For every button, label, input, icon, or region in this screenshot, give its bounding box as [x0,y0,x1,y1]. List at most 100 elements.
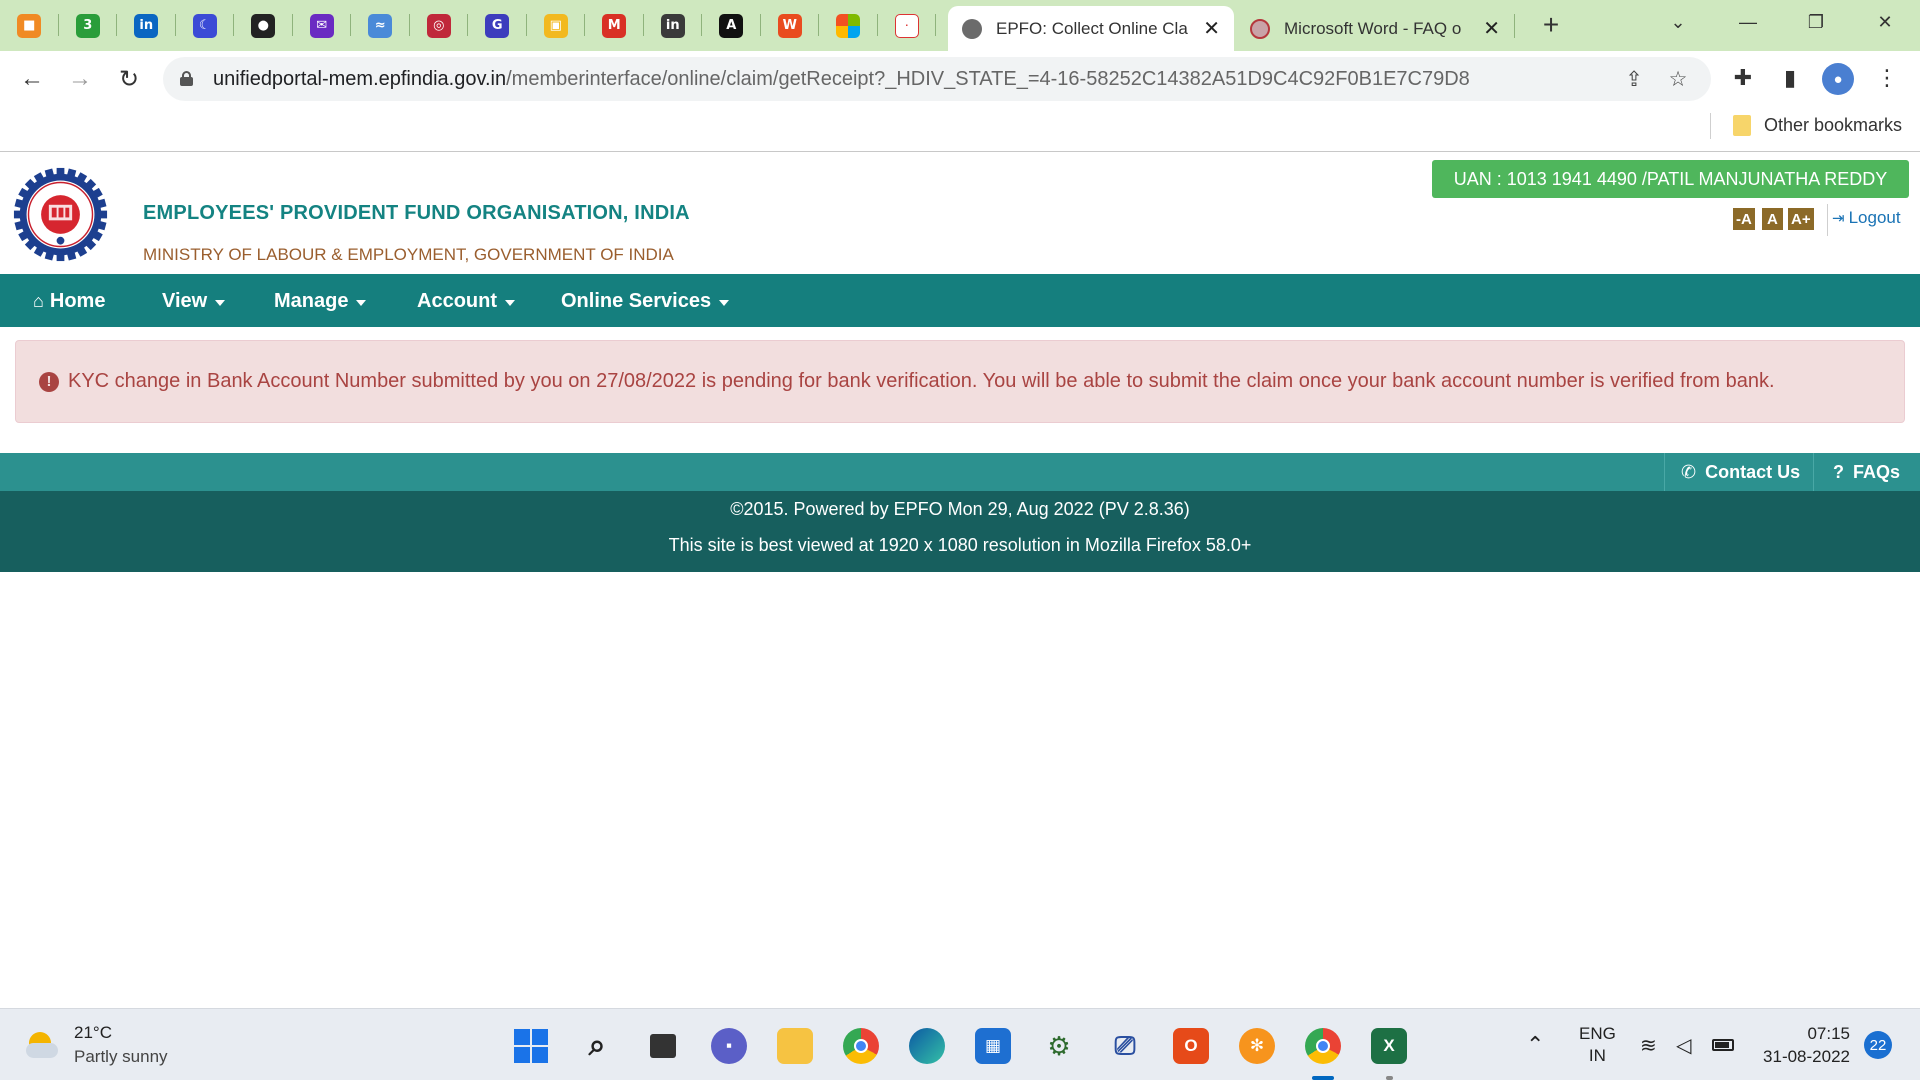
menu-kebab-icon[interactable]: ⋮ [1872,63,1902,93]
url-text[interactable]: unifiedportal-mem.epfindia.gov.in/member… [213,68,1470,91]
address-bar[interactable]: unifiedportal-mem.epfindia.gov.in/member… [163,57,1711,101]
epfo-icon [1250,18,1270,39]
pinned-tab[interactable]: in [117,0,176,51]
search-icon[interactable]: ⌕ [579,1028,615,1064]
pinned-tab[interactable]: ▣ [527,0,586,51]
task-view-icon[interactable] [645,1028,681,1064]
ministry-name: MINISTRY OF LABOUR & EMPLOYMENT, GOVERNM… [143,245,674,264]
lock-icon[interactable] [180,71,193,86]
forward-arrow-icon[interactable]: → [64,63,96,95]
teams-chat-icon[interactable]: ▪ [711,1028,747,1064]
clock-time: 07:15 [1807,1024,1850,1043]
question-icon: ? [1833,462,1844,482]
excel-icon[interactable]: X [1371,1028,1407,1064]
share-icon[interactable]: ⇪ [1621,66,1647,92]
new-tab-button[interactable]: + [1536,8,1566,42]
window-close-icon[interactable]: ✕ [1857,0,1913,44]
weather-widget[interactable]: 21°C Partly sunny [26,1021,168,1069]
main-navbar: ⌂ Home View Manage Account Online Servic… [0,274,1920,327]
nav-account[interactable]: Account [417,290,515,313]
close-icon[interactable]: ✕ [1483,16,1500,41]
office-icon[interactable]: O [1173,1028,1209,1064]
pinned-tab[interactable]: G [468,0,527,51]
chevron-up-icon[interactable]: ⌃ [1526,1009,1544,1081]
microsoft-icon [836,13,861,38]
file-explorer-icon[interactable] [777,1028,813,1064]
snowflake-app-icon[interactable]: ✻ [1239,1028,1275,1064]
nav-online-services[interactable]: Online Services [561,290,730,313]
faqs-link[interactable]: ? FAQs [1833,462,1900,483]
mail-icon: ✉ [309,13,334,38]
kyc-pending-alert: ! KYC change in Bank Account Number subm… [15,340,1905,423]
side-panel-icon[interactable]: ▮ [1775,63,1805,93]
chevron-down-icon [719,299,730,306]
pinned-tab[interactable]: · [878,0,937,51]
wifi-icon[interactable]: ≋ [1640,1009,1657,1081]
language-indicator[interactable]: ENG IN [1579,1009,1616,1081]
font-normal-button[interactable]: A [1762,208,1783,230]
nav-manage[interactable]: Manage [274,290,367,313]
bookmarks-bar: Other bookmarks [0,107,1920,152]
tab-epfo[interactable]: EPFO: Collect Online Cla ✕ [948,6,1234,51]
weather-condition: Partly sunny [74,1047,168,1066]
nav-view[interactable]: View [162,290,226,313]
footer-separator [1813,453,1814,491]
tab-search-icon[interactable]: ⌄ [1650,0,1706,44]
close-icon[interactable]: ✕ [1203,16,1220,41]
best-viewed-text: This site is best viewed at 1920 x 1080 … [668,535,1252,555]
home-icon: ⌂ [33,291,44,311]
system-clock[interactable]: 07:15 31-08-2022 [1757,1009,1850,1081]
notifications-badge[interactable]: 22 [1864,1031,1892,1059]
pinned-tab[interactable]: in [644,0,703,51]
temperature: 21°C [74,1023,112,1042]
pinned-tab[interactable]: 3 [59,0,118,51]
jobs-icon: W [777,13,802,38]
pinned-tab[interactable]: M [585,0,644,51]
nav-home[interactable]: ⌂ Home [33,290,105,313]
back-arrow-icon[interactable]: ← [16,63,48,95]
remote-desktop-icon[interactable]: ⎚ [1107,1028,1143,1064]
powered-by-text: ©2015. Powered by EPFO Mon 29, Aug 2022 … [730,499,1190,519]
pinned-tab[interactable]: ≈ [351,0,410,51]
battery-icon[interactable] [1712,1009,1734,1081]
logout-link[interactable]: ⇥ Logout [1832,208,1901,228]
pinned-tab[interactable]: ● [234,0,293,51]
chevron-down-icon [356,299,367,306]
font-increase-button[interactable]: A+ [1788,208,1814,230]
windows-start-icon[interactable] [513,1028,549,1064]
chrome-icon[interactable] [843,1028,879,1064]
bookmark-separator [1710,113,1711,139]
g-icon: G [485,13,510,38]
network-tool-icon[interactable]: ⚙ [1041,1028,1077,1064]
pinned-tab[interactable]: ◎ [410,0,469,51]
degree-icon: · [894,13,919,38]
pinned-tab[interactable] [819,0,878,51]
restore-icon[interactable]: ❐ [1788,0,1844,44]
translate-icon: ≈ [368,13,393,38]
contact-us-link[interactable]: ✆ Contact Us [1681,462,1800,483]
volume-icon[interactable]: ◁ [1676,1009,1691,1081]
pinned-tab[interactable]: ✉ [293,0,352,51]
tab-title: Microsoft Word - FAQ o [1284,18,1462,38]
minimize-icon[interactable]: — [1720,0,1776,44]
pinned-tab[interactable]: A [702,0,761,51]
other-bookmarks[interactable]: Other bookmarks [1733,115,1902,136]
edge-icon[interactable] [909,1028,945,1064]
active-app-indicator [1312,1076,1334,1080]
tab-word-faq[interactable]: Microsoft Word - FAQ o ✕ [1236,6,1514,51]
globe-icon [962,18,982,39]
star-icon[interactable]: ☆ [1665,66,1691,92]
pinned-tab[interactable]: ☾ [176,0,235,51]
pinned-tab[interactable]: ■ [0,0,59,51]
font-decrease-button[interactable]: -A [1733,208,1755,230]
nav-view-label: View [162,290,208,312]
a-icon: A [719,13,744,38]
pinned-tab[interactable]: W [761,0,820,51]
profile-avatar-icon[interactable]: ● [1822,63,1854,95]
chrome-profile-icon[interactable] [1305,1028,1341,1064]
extensions-icon[interactable]: ✚ [1728,63,1758,93]
store-icon[interactable]: ▦ [975,1028,1011,1064]
three-icon: 3 [75,13,100,38]
reload-icon[interactable]: ↻ [113,63,145,95]
linkedin-icon: in [134,13,159,38]
